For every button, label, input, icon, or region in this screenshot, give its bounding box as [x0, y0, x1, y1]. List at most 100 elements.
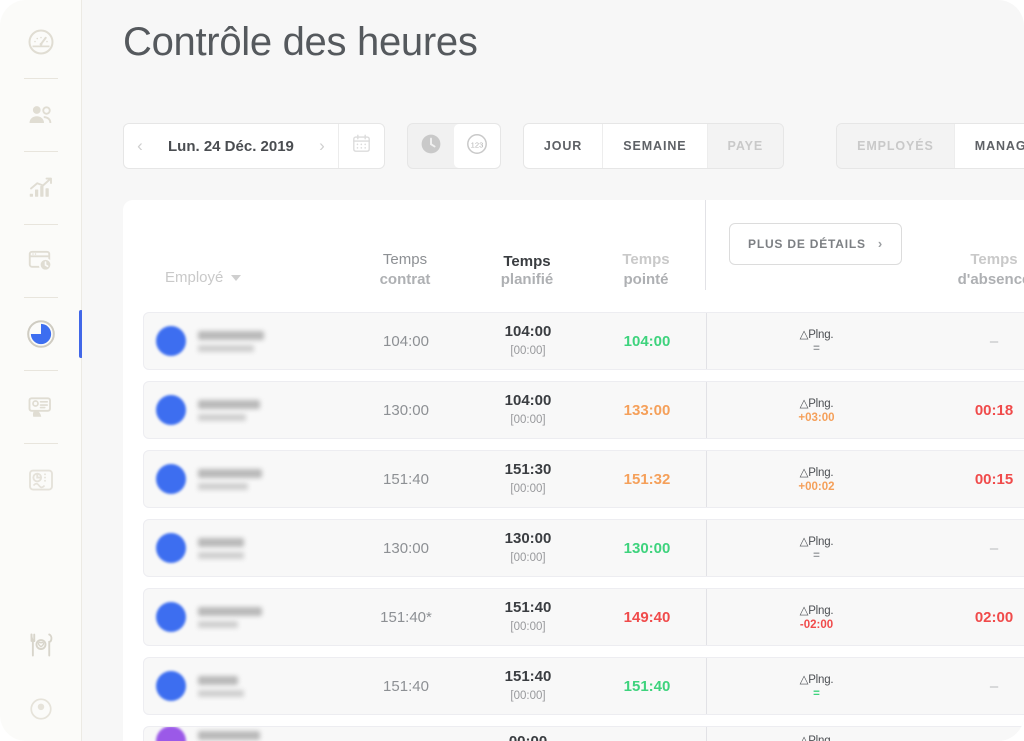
sidebar-item-hours-control[interactable]: [0, 302, 83, 366]
table-header-row: Employé Temps contrat Temps planifié Tem…: [123, 200, 1024, 312]
planning-delta-value: =: [813, 550, 820, 562]
table-row[interactable]: 130:00 130:00 [00:00] 130:00 △Plng. = –: [143, 519, 1024, 577]
absence-time-cell: –: [989, 677, 999, 695]
table-row[interactable]: 151:40 151:30 [00:00] 151:32 △Plng. +00:02 00:…: [143, 450, 1024, 508]
column-header-absence: Temps d'absence: [925, 250, 1024, 291]
column-header-planned-bottom: planifié: [500, 271, 554, 289]
toolbar: ‹ Lun. 24 Déc. 2019 › 123 JOUR SEMAINE P…: [123, 123, 1024, 169]
planning-delta-cell: △Plng. -02:00: [706, 589, 926, 645]
tab-managers[interactable]: MANAGERS: [954, 124, 1024, 168]
tab-semaine[interactable]: SEMAINE: [603, 124, 708, 168]
planned-time-cell: 130:00 [00:00]: [468, 530, 588, 565]
employee-cell: [144, 671, 344, 701]
calendar-icon: [351, 133, 372, 159]
employee-name: [198, 730, 260, 741]
date-navigator: ‹ Lun. 24 Déc. 2019 ›: [123, 123, 385, 169]
employee-lastname: [198, 606, 262, 616]
table-row[interactable]: 130:00 104:00 [00:00] 133:00 △Plng. +03:00 00:…: [143, 381, 1024, 439]
sidebar-item-dashboard[interactable]: [0, 10, 82, 74]
table-row[interactable]: 104:00 104:00 [00:00] 104:00 △Plng. = –: [143, 312, 1024, 370]
tab-jour[interactable]: JOUR: [523, 124, 604, 168]
people-icon: [26, 100, 56, 130]
employee-cell: [144, 602, 344, 632]
employee-name: [198, 468, 262, 490]
employee-lastname: [198, 330, 264, 340]
employee-firstname: [198, 413, 246, 421]
absence-time-cell: –: [989, 539, 999, 557]
planned-time-sub: [00:00]: [510, 414, 546, 427]
sidebar: [0, 0, 83, 741]
employee-name: [198, 606, 262, 628]
planning-delta-label: △Plng.: [799, 674, 834, 686]
column-header-clocked-bottom: pointé: [623, 270, 669, 288]
window-clock-icon: [26, 246, 56, 276]
sidebar-item-restaurant[interactable]: [0, 613, 82, 677]
planning-delta-cell: △Plng. =: [706, 313, 926, 369]
planning-delta-cell: △Plng. =: [706, 520, 926, 576]
planning-delta-value: +03:00: [798, 412, 835, 424]
employee-cell: [144, 326, 344, 356]
sidebar-divider: [23, 78, 58, 79]
calendar-picker-button[interactable]: [337, 124, 384, 168]
table-row[interactable]: 151:40 151:40 [00:00] 151:40 △Plng. = –: [143, 657, 1024, 715]
numeric-view-toggle[interactable]: 123: [453, 124, 500, 168]
planning-delta-label: △Plng.: [799, 536, 834, 548]
more-details-button[interactable]: PLUS DE DÉTAILS ›: [729, 223, 902, 265]
sidebar-item-employees[interactable]: [0, 83, 82, 147]
sidebar-item-statistics[interactable]: [0, 156, 82, 220]
table-row[interactable]: 151:40* 151:40 [00:00] 149:40 △Plng. -02:00 02…: [143, 588, 1024, 646]
contract-time-cell: 151:40*: [380, 608, 432, 626]
planned-time-cell: 104:00 [00:00]: [468, 392, 588, 427]
avatar: [156, 727, 186, 741]
column-header-details: PLUS DE DÉTAILS ›: [705, 200, 925, 290]
employee-firstname: [198, 689, 244, 697]
employee-lastname: [198, 675, 238, 685]
contract-time-cell: 130:00: [383, 401, 429, 419]
pie-clock-icon: [25, 318, 57, 350]
planned-time-sub: [00:00]: [510, 483, 546, 496]
column-header-employee[interactable]: Employé: [143, 268, 343, 290]
report-chart-icon: [26, 465, 56, 495]
sidebar-item-bottom[interactable]: [0, 677, 82, 741]
absence-time-cell: 00:15: [974, 470, 1014, 488]
planning-delta-cell: △Plng. +03:00: [706, 382, 926, 438]
absence-time-cell: –: [989, 332, 999, 350]
more-details-label: PLUS DE DÉTAILS: [748, 236, 866, 251]
planned-time-sub: [00:00]: [510, 690, 546, 703]
svg-text:123: 123: [471, 140, 484, 149]
column-header-contract: Temps contrat: [343, 250, 467, 291]
tab-paye[interactable]: PAYE: [707, 124, 784, 168]
table-row[interactable]: 00:00 △Plng.: [143, 726, 1024, 741]
employee-firstname: [198, 482, 248, 490]
table-body: 104:00 104:00 [00:00] 104:00 △Plng. = –130:00 1…: [123, 312, 1024, 741]
sidebar-divider: [23, 443, 58, 444]
next-date-button[interactable]: ›: [306, 124, 338, 168]
employee-lastname: [198, 537, 244, 547]
employee-name: [198, 675, 244, 697]
planning-delta-value: +00:02: [798, 481, 835, 493]
contract-time-cell: 151:40: [383, 677, 429, 695]
sidebar-item-reports[interactable]: [0, 448, 82, 512]
employee-firstname: [198, 620, 238, 628]
column-header-planned: Temps planifié: [467, 253, 587, 291]
planned-time-cell: 104:00 [00:00]: [468, 323, 588, 358]
employee-name: [198, 537, 244, 559]
employee-cell: [144, 395, 344, 425]
planning-delta-cell: △Plng. +00:02: [706, 451, 926, 507]
hours-table-card: Employé Temps contrat Temps planifié Tem…: [123, 200, 1024, 741]
column-header-clocked: Temps pointé: [587, 250, 705, 291]
planning-delta-value: -02:00: [799, 619, 834, 631]
planning-delta-label: △Plng.: [799, 467, 834, 479]
contract-time-cell: 130:00: [383, 539, 429, 557]
sidebar-item-planning[interactable]: [0, 229, 82, 293]
planned-time-cell: 151:30 [00:00]: [468, 461, 588, 496]
chevron-down-icon: [231, 274, 242, 281]
clock-view-toggle[interactable]: [408, 124, 454, 168]
planned-time-sub: [00:00]: [510, 621, 546, 634]
tab-employes[interactable]: EMPLOYÉS: [837, 124, 955, 168]
planning-delta-value: =: [813, 688, 820, 700]
prev-date-button[interactable]: ‹: [124, 124, 156, 168]
column-header-contract-top: Temps: [382, 250, 428, 268]
sidebar-item-badge[interactable]: [0, 375, 82, 439]
planning-delta-label: △Plng.: [799, 398, 834, 410]
